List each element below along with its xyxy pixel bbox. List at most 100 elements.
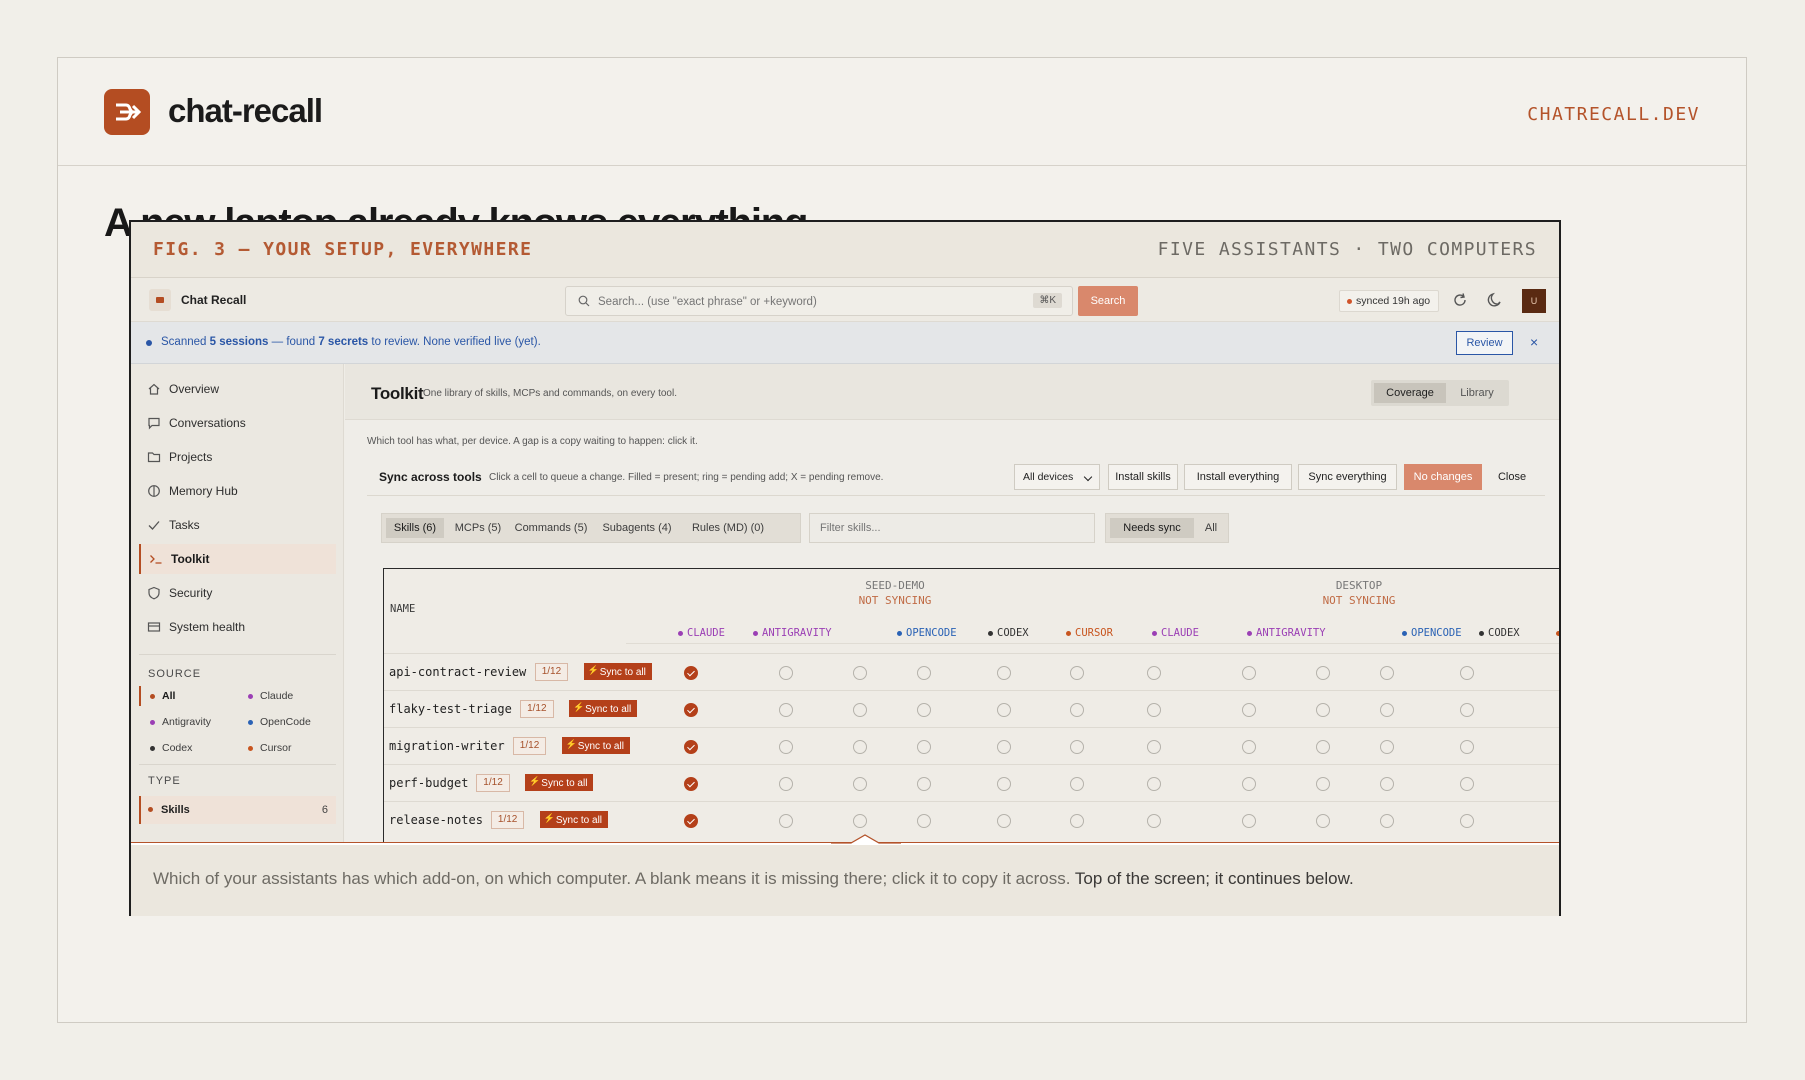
review-button[interactable]: Review [1456,331,1513,355]
close-icon[interactable]: × [1530,334,1538,350]
tab-coverage[interactable]: Coverage [1374,383,1446,403]
missing-cell[interactable] [1316,777,1330,791]
sync-to-all-button[interactable]: Sync to all [539,811,609,828]
missing-cell[interactable] [997,703,1011,717]
source-filter-claude[interactable]: Claude [246,690,293,702]
missing-cell[interactable] [853,814,867,828]
missing-cell[interactable] [997,740,1011,754]
install-skills-button[interactable]: Install skills [1108,464,1178,490]
missing-cell[interactable] [1460,703,1474,717]
missing-cell[interactable] [1316,703,1330,717]
missing-cell[interactable] [1380,703,1394,717]
missing-cell[interactable] [1147,703,1161,717]
missing-cell[interactable] [1070,740,1084,754]
missing-cell[interactable] [1316,814,1330,828]
missing-cell[interactable] [853,740,867,754]
source-filter-cursor[interactable]: Cursor [246,742,292,754]
sync-to-all-button[interactable]: Sync to all [569,700,638,717]
type-filter-skills[interactable]: Skills 6 [139,796,336,824]
tab-rules[interactable]: Rules (MD) (0) [680,518,776,538]
missing-cell[interactable] [1147,777,1161,791]
install-everything-button[interactable]: Install everything [1184,464,1292,490]
missing-cell[interactable] [997,666,1011,680]
sidebar-item-security[interactable]: Security [139,578,336,608]
missing-cell[interactable] [1242,740,1256,754]
sidebar-item-overview[interactable]: Overview [139,374,336,404]
tab-subagents[interactable]: Subagents (4) [594,518,680,538]
missing-cell[interactable] [1460,740,1474,754]
close-button[interactable]: Close [1487,464,1537,490]
missing-cell[interactable] [1380,814,1394,828]
missing-cell[interactable] [1070,777,1084,791]
app-logo-icon[interactable] [149,289,171,311]
sync-everything-button[interactable]: Sync everything [1298,464,1397,490]
source-filter-all[interactable]: All [148,690,175,702]
brand-logo-icon[interactable] [104,89,150,135]
sidebar-item-toolkit[interactable]: Toolkit [139,544,336,574]
missing-cell[interactable] [1460,814,1474,828]
no-changes-button[interactable]: No changes [1404,464,1482,490]
missing-cell[interactable] [1380,666,1394,680]
tab-skills[interactable]: Skills (6) [386,518,444,538]
missing-cell[interactable] [1070,814,1084,828]
missing-cell[interactable] [779,814,793,828]
device-select[interactable]: All devices [1014,464,1100,490]
missing-cell[interactable] [853,777,867,791]
search-input[interactable] [598,293,998,311]
present-cell-icon[interactable] [684,814,698,828]
missing-cell[interactable] [1316,666,1330,680]
present-cell-icon[interactable] [684,740,698,754]
sidebar-item-projects[interactable]: Projects [139,442,336,472]
secrets-count[interactable]: 7 secrets [318,336,368,348]
sync-to-all-button[interactable]: Sync to all [561,737,630,754]
sidebar-item-tasks[interactable]: Tasks [139,510,336,540]
tab-all[interactable]: All [1196,518,1226,538]
tab-mcps[interactable]: MCPs (5) [450,518,506,538]
refresh-icon[interactable] [1451,291,1469,309]
present-cell-icon[interactable] [684,666,698,680]
missing-cell[interactable] [997,777,1011,791]
sidebar-item-memory-hub[interactable]: Memory Hub [139,476,336,506]
missing-cell[interactable] [917,703,931,717]
missing-cell[interactable] [1380,740,1394,754]
missing-cell[interactable] [1070,703,1084,717]
missing-cell[interactable] [1147,814,1161,828]
source-filter-antigravity[interactable]: Antigravity [148,716,211,728]
missing-cell[interactable] [1380,777,1394,791]
sidebar-item-conversations[interactable]: Conversations [139,408,336,438]
tab-needs-sync[interactable]: Needs sync [1110,518,1194,538]
moon-icon[interactable] [1486,291,1504,309]
missing-cell[interactable] [1242,703,1256,717]
sessions-count[interactable]: 5 sessions [210,336,269,348]
missing-cell[interactable] [997,814,1011,828]
missing-cell[interactable] [1242,666,1256,680]
filter-skills-input[interactable] [809,513,1095,543]
domain-link[interactable]: CHATRECALL.DEV [1527,104,1700,125]
missing-cell[interactable] [1070,666,1084,680]
sync-to-all-button[interactable]: Sync to all [583,663,652,680]
missing-cell[interactable] [1242,814,1256,828]
missing-cell[interactable] [1316,740,1330,754]
brand-name[interactable]: chat-recall [168,92,323,130]
missing-cell[interactable] [853,703,867,717]
missing-cell[interactable] [917,740,931,754]
missing-cell[interactable] [1147,666,1161,680]
missing-cell[interactable] [917,666,931,680]
sidebar-item-system-health[interactable]: System health [139,612,336,642]
present-cell-icon[interactable] [684,703,698,717]
missing-cell[interactable] [1147,740,1161,754]
tab-library[interactable]: Library [1448,383,1506,403]
present-cell-icon[interactable] [684,777,698,791]
search-box[interactable]: ⌘K [565,286,1073,316]
sync-to-all-button[interactable]: Sync to all [525,774,594,791]
source-filter-codex[interactable]: Codex [148,742,192,754]
avatar[interactable]: U [1522,289,1546,313]
missing-cell[interactable] [779,740,793,754]
missing-cell[interactable] [1460,666,1474,680]
missing-cell[interactable] [1242,777,1256,791]
missing-cell[interactable] [853,666,867,680]
missing-cell[interactable] [779,777,793,791]
tab-commands[interactable]: Commands (5) [508,518,594,538]
missing-cell[interactable] [779,666,793,680]
missing-cell[interactable] [917,777,931,791]
